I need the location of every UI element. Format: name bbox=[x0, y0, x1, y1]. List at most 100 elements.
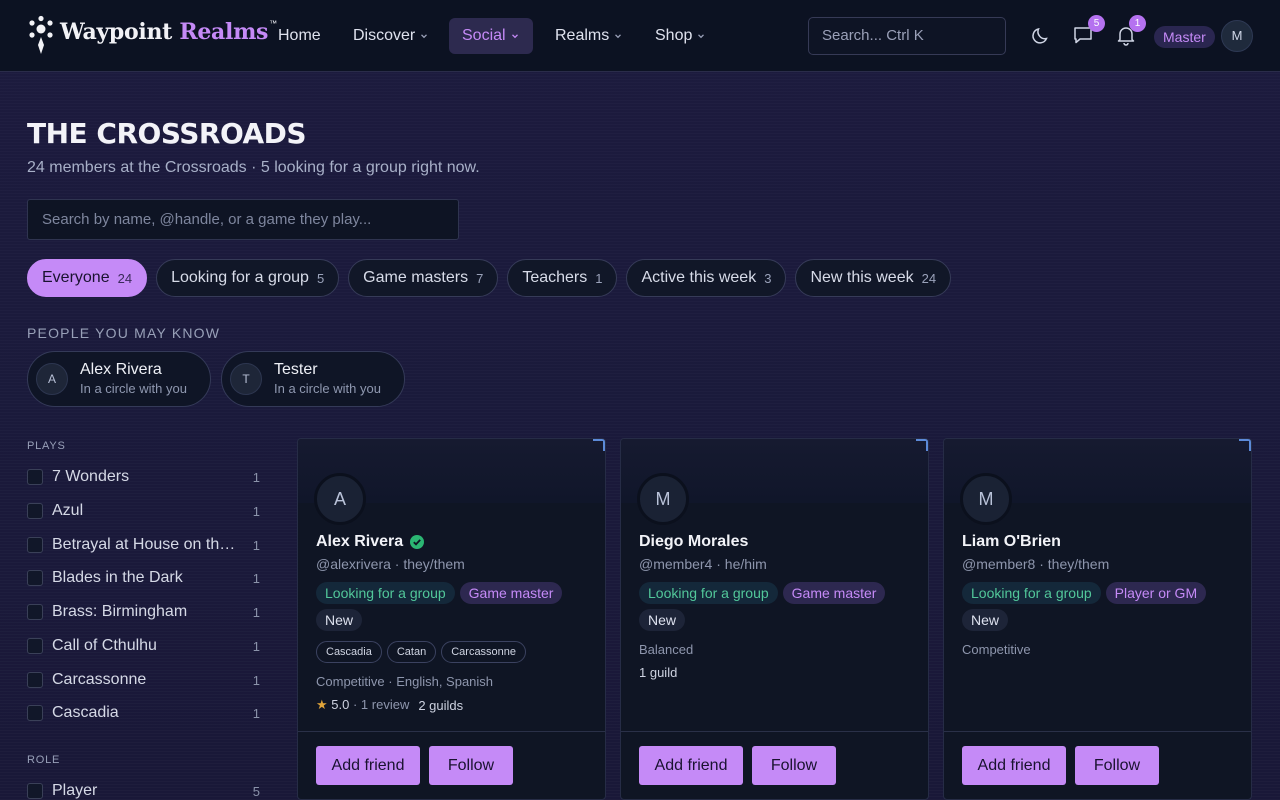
checkbox[interactable] bbox=[27, 672, 43, 688]
member-handle: @alexrivera · they/them bbox=[316, 556, 465, 572]
chip-looking-for-group[interactable]: Looking for a group 5 bbox=[156, 259, 340, 297]
game-chip[interactable]: Cascadia bbox=[316, 641, 382, 663]
member-style: Competitive bbox=[962, 642, 1031, 657]
compass-logo-icon bbox=[29, 15, 53, 54]
add-friend-button[interactable]: Add friend bbox=[639, 746, 743, 785]
member-stats: 1 guild bbox=[639, 665, 677, 680]
member-games: Cascadia Catan Carcassonne bbox=[316, 641, 527, 663]
chip-label: Game masters bbox=[363, 269, 469, 286]
avatar: T bbox=[230, 363, 262, 395]
filter-option[interactable]: Brass: Birmingham 1 bbox=[27, 600, 260, 624]
filter-count: 1 bbox=[252, 705, 260, 721]
checkbox[interactable] bbox=[27, 537, 43, 553]
checkbox[interactable] bbox=[27, 503, 43, 519]
chip-count: 24 bbox=[117, 270, 133, 286]
role-pill[interactable]: Master bbox=[1154, 26, 1215, 48]
pymk-card[interactable]: A Alex Rivera In a circle with you bbox=[27, 351, 211, 407]
game-chip[interactable]: Catan bbox=[386, 641, 437, 663]
member-tags: Looking for a group Player or GM New bbox=[962, 582, 1242, 631]
member-card[interactable]: M Diego Morales @member4 · he/him Lookin… bbox=[620, 438, 929, 800]
nav-shop[interactable]: Shop bbox=[642, 18, 719, 54]
nav-social-label: Social bbox=[462, 27, 506, 44]
filter-count: 1 bbox=[252, 503, 260, 519]
pymk-heading: PEOPLE YOU MAY KNOW bbox=[27, 325, 221, 341]
tag-looking-for-group: Looking for a group bbox=[639, 582, 778, 604]
filter-option[interactable]: Player 5 bbox=[27, 779, 260, 800]
card-footer-divider bbox=[621, 731, 928, 732]
chevron-down-icon bbox=[421, 34, 428, 39]
chip-label: Everyone bbox=[42, 269, 110, 286]
chip-teachers[interactable]: Teachers 1 bbox=[507, 259, 618, 297]
filter-label: Player bbox=[52, 782, 98, 799]
member-search-input[interactable]: Search by name, @handle, or a game they … bbox=[27, 199, 459, 240]
game-chip[interactable]: Carcassonne bbox=[441, 641, 527, 663]
add-friend-button[interactable]: Add friend bbox=[962, 746, 1066, 785]
checkbox[interactable] bbox=[27, 783, 43, 799]
chip-game-masters[interactable]: Game masters 7 bbox=[348, 259, 499, 297]
follow-button[interactable]: Follow bbox=[429, 746, 513, 785]
filter-option[interactable]: 7 Wonders 1 bbox=[27, 465, 260, 489]
filter-option[interactable]: Betrayal at House on the Hill 1 bbox=[27, 533, 260, 557]
nav-home[interactable]: Home bbox=[265, 18, 334, 54]
follow-button[interactable]: Follow bbox=[752, 746, 836, 785]
card-corner-accent bbox=[593, 439, 605, 451]
filter-option[interactable]: Cascadia 1 bbox=[27, 701, 260, 725]
member-guilds[interactable]: 2 guilds bbox=[418, 698, 463, 713]
member-name[interactable]: Liam O'Brien bbox=[962, 533, 1061, 551]
checkbox[interactable] bbox=[27, 469, 43, 485]
tag-new: New bbox=[962, 609, 1009, 631]
member-name[interactable]: Diego Morales bbox=[639, 533, 748, 551]
add-friend-button[interactable]: Add friend bbox=[316, 746, 420, 785]
filter-count: 1 bbox=[252, 604, 260, 620]
member-tags: Looking for a group Game master New bbox=[639, 582, 919, 631]
member-name[interactable]: Alex Rivera bbox=[316, 533, 425, 551]
member-reviews[interactable]: · 1 review bbox=[353, 697, 409, 712]
nav-discover[interactable]: Discover bbox=[340, 18, 442, 54]
checkbox[interactable] bbox=[27, 705, 43, 721]
filter-count: 1 bbox=[252, 469, 260, 485]
chip-new-this-week[interactable]: New this week 24 bbox=[795, 259, 952, 297]
filter-label: Azul bbox=[52, 502, 84, 519]
filter-label: Call of Cthulhu bbox=[52, 637, 157, 654]
filter-option[interactable]: Carcassonne 1 bbox=[27, 668, 260, 692]
member-guilds[interactable]: 1 guild bbox=[639, 665, 677, 680]
filter-label: Cascadia bbox=[52, 704, 119, 721]
moon-icon[interactable] bbox=[1031, 24, 1053, 46]
tag-role: Player or GM bbox=[1105, 582, 1207, 604]
card-footer-divider bbox=[944, 731, 1251, 732]
member-stats: ★ 5.0 · 1 review 2 guilds bbox=[316, 697, 463, 713]
nav-realms[interactable]: Realms bbox=[542, 18, 636, 54]
user-avatar[interactable]: M bbox=[1221, 20, 1253, 52]
logo[interactable]: Waypoint Realms ™ bbox=[28, 15, 277, 55]
follow-button[interactable]: Follow bbox=[1075, 746, 1159, 785]
checkbox[interactable] bbox=[27, 570, 43, 586]
tag-looking-for-group: Looking for a group bbox=[962, 582, 1101, 604]
messages-badge: 5 bbox=[1088, 15, 1105, 32]
chip-label: New this week bbox=[810, 269, 914, 286]
pymk-card[interactable]: T Tester In a circle with you bbox=[221, 351, 405, 407]
nav-social[interactable]: Social bbox=[449, 18, 533, 54]
filter-option[interactable]: Azul 1 bbox=[27, 499, 260, 523]
checkbox[interactable] bbox=[27, 638, 43, 654]
filter-option[interactable]: Call of Cthulhu 1 bbox=[27, 634, 260, 658]
chip-label: Looking for a group bbox=[171, 269, 309, 286]
chip-label: Teachers bbox=[522, 269, 588, 286]
member-name-text: Diego Morales bbox=[639, 533, 749, 550]
global-search-input[interactable]: Search... Ctrl K bbox=[808, 17, 1006, 55]
pymk-reason: In a circle with you bbox=[274, 381, 381, 396]
page-subtitle: 24 members at the Crossroads · 5 looking… bbox=[27, 159, 480, 176]
member-style: Competitive · English, Spanish bbox=[316, 674, 494, 689]
chip-everyone[interactable]: Everyone 24 bbox=[27, 259, 148, 297]
filter-option[interactable]: Blades in the Dark 1 bbox=[27, 566, 260, 590]
chip-count: 1 bbox=[595, 270, 603, 286]
chevron-down-icon bbox=[615, 34, 622, 39]
verified-badge-icon bbox=[410, 535, 425, 549]
member-card[interactable]: M Liam O'Brien @member8 · they/them Look… bbox=[943, 438, 1252, 800]
avatar: M bbox=[960, 473, 1012, 525]
pymk-name: Tester bbox=[274, 361, 318, 378]
chip-active-this-week[interactable]: Active this week 3 bbox=[626, 259, 787, 297]
member-card[interactable]: A Alex Rivera @alexrivera · they/them Lo… bbox=[297, 438, 606, 800]
checkbox[interactable] bbox=[27, 604, 43, 620]
filter-label: Blades in the Dark bbox=[52, 569, 183, 586]
filter-count: 5 bbox=[252, 783, 260, 799]
